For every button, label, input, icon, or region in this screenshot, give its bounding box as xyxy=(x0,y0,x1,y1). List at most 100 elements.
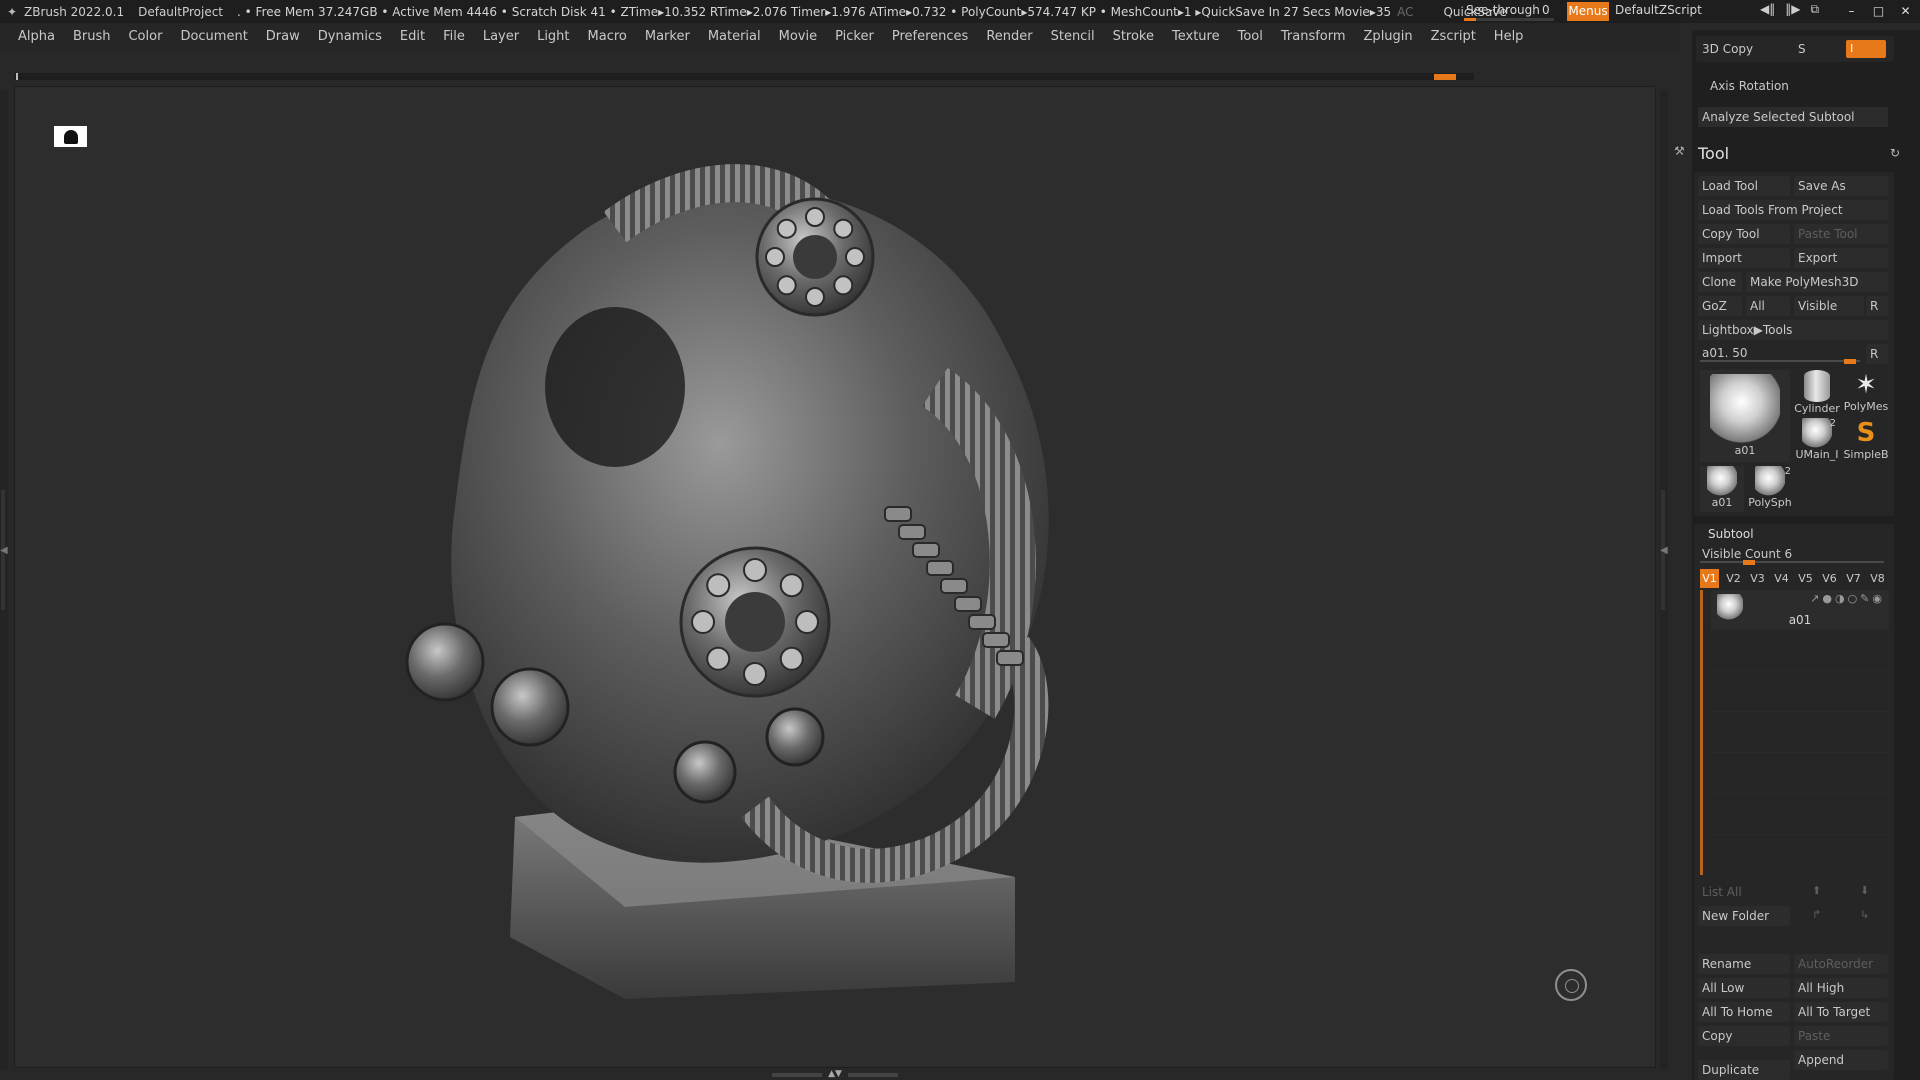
bottom-tray-arrow-icon[interactable]: ▲▼ xyxy=(828,1070,842,1079)
visible-count-knob[interactable] xyxy=(1743,560,1755,565)
menu-color[interactable]: Color xyxy=(128,29,162,44)
copy3d-button[interactable]: 3D Copy xyxy=(1698,39,1790,59)
copy3d-s-button[interactable]: S xyxy=(1794,39,1844,59)
lightbox-tools-button[interactable]: Lightbox▶Tools xyxy=(1698,320,1888,340)
goz-button[interactable]: GoZ xyxy=(1698,296,1742,316)
menu-material[interactable]: Material xyxy=(708,29,761,44)
menu-brush[interactable]: Brush xyxy=(73,29,111,44)
menu-transform[interactable]: Transform xyxy=(1281,29,1346,44)
visibility-tab-v6[interactable]: V6 xyxy=(1820,569,1839,588)
menu-zplugin[interactable]: Zplugin xyxy=(1364,29,1413,44)
copy-subtool-button[interactable]: Copy xyxy=(1698,1026,1790,1046)
all-low-button[interactable]: All Low xyxy=(1698,978,1790,998)
load-tool-button[interactable]: Load Tool xyxy=(1698,176,1790,196)
tool-refresh-icon[interactable]: ↻ xyxy=(1890,146,1900,160)
window-stack-icon[interactable]: ⧉ xyxy=(1810,2,1819,17)
menu-stencil[interactable]: Stencil xyxy=(1051,29,1095,44)
axis-rotation-label[interactable]: Axis Rotation xyxy=(1706,76,1856,96)
folder-move-icon[interactable]: ↱ xyxy=(1812,908,1821,921)
shelf-orange-marker[interactable] xyxy=(1434,74,1456,80)
rename-button[interactable]: Rename xyxy=(1698,954,1790,974)
goz-all-button[interactable]: All xyxy=(1746,296,1790,316)
menu-dynamics[interactable]: Dynamics xyxy=(318,29,382,44)
menu-edit[interactable]: Edit xyxy=(400,29,425,44)
tool-thumb-cylinder[interactable]: Cylinder xyxy=(1794,370,1840,416)
move-down-arrow-icon[interactable]: ⬇ xyxy=(1860,884,1869,897)
clone-button[interactable]: Clone xyxy=(1698,272,1742,292)
menu-light[interactable]: Light xyxy=(537,29,569,44)
layout-left-icon[interactable]: ◀‖ xyxy=(1760,2,1775,17)
tool-pin-icon[interactable]: ⚒ xyxy=(1674,144,1685,158)
menu-document[interactable]: Document xyxy=(180,29,247,44)
tool-thumb-polymesh[interactable]: ✶ PolyMes xyxy=(1843,370,1889,416)
tool-thumb-simpleb[interactable]: S SimpleB xyxy=(1843,418,1889,464)
tool-thumb-polysph[interactable]: PolySph 2 xyxy=(1747,466,1793,512)
tool-slider-track[interactable] xyxy=(1700,360,1860,362)
minimize-icon[interactable]: – xyxy=(1838,0,1865,23)
copy3d-value-field[interactable]: I xyxy=(1846,40,1886,58)
menu-macro[interactable]: Macro xyxy=(588,29,627,44)
visibility-tab-v7[interactable]: V7 xyxy=(1844,569,1863,588)
menu-texture[interactable]: Texture xyxy=(1172,29,1220,44)
list-all-button[interactable]: List All xyxy=(1698,882,1790,902)
top-shelf[interactable] xyxy=(14,73,1474,80)
user-badge-icon[interactable] xyxy=(54,126,87,147)
subtool-row-a01[interactable]: ↗●◑○✎◉ a01 xyxy=(1711,590,1889,630)
maximize-icon[interactable]: □ xyxy=(1865,0,1892,23)
menu-render[interactable]: Render xyxy=(986,29,1032,44)
save-as-button[interactable]: Save As xyxy=(1794,176,1888,196)
subtool-header[interactable]: Subtool xyxy=(1708,527,1754,541)
visibility-tab-v8[interactable]: V8 xyxy=(1868,569,1887,588)
menu-picker[interactable]: Picker xyxy=(835,29,874,44)
menu-help[interactable]: Help xyxy=(1494,29,1524,44)
subtool-row-empty[interactable] xyxy=(1711,754,1889,794)
visibility-tab-v5[interactable]: V5 xyxy=(1796,569,1815,588)
paste-tool-button[interactable]: Paste Tool xyxy=(1794,224,1888,244)
tool-slider[interactable]: a01. 50 xyxy=(1698,344,1864,364)
menu-preferences[interactable]: Preferences xyxy=(892,29,968,44)
menu-stroke[interactable]: Stroke xyxy=(1113,29,1154,44)
menu-tool[interactable]: Tool xyxy=(1238,29,1263,44)
right-tray-gutter[interactable]: ◀ xyxy=(1660,90,1668,1070)
tool-header[interactable]: Tool xyxy=(1698,144,1729,163)
subtool-row-toggles-icon[interactable]: ↗●◑○✎◉ xyxy=(1810,592,1885,605)
visible-count-slider[interactable]: Visible Count 6 xyxy=(1698,545,1888,565)
layout-right-icon[interactable]: ‖▶ xyxy=(1785,2,1800,17)
folder-out-icon[interactable]: ↳ xyxy=(1860,908,1869,921)
goz-visible-button[interactable]: Visible xyxy=(1794,296,1864,316)
copy-tool-button[interactable]: Copy Tool xyxy=(1698,224,1790,244)
see-through-track[interactable] xyxy=(1464,18,1554,21)
navigation-gizmo-icon[interactable] xyxy=(1555,969,1587,1001)
document-canvas[interactable] xyxy=(14,86,1656,1068)
menu-layer[interactable]: Layer xyxy=(483,29,519,44)
menus-toggle-button[interactable]: Menus xyxy=(1567,2,1609,21)
default-zscript-button[interactable]: DefaultZScript xyxy=(1615,3,1702,17)
subtool-row-empty[interactable] xyxy=(1711,631,1889,671)
tool-thumb-umain[interactable]: UMain_I 2 xyxy=(1794,418,1840,464)
export-button[interactable]: Export xyxy=(1794,248,1888,268)
tool-thumb-main[interactable]: a01 xyxy=(1700,370,1790,462)
all-to-target-button[interactable]: All To Target xyxy=(1794,1002,1888,1022)
subtool-row-empty[interactable] xyxy=(1711,795,1889,835)
move-up-arrow-icon[interactable]: ⬆ xyxy=(1812,884,1821,897)
tool-slider-knob[interactable] xyxy=(1843,359,1856,364)
load-tools-from-project-button[interactable]: Load Tools From Project xyxy=(1698,200,1888,220)
append-button[interactable]: Append xyxy=(1794,1050,1888,1070)
tool-thumb-small-a01[interactable]: a01 xyxy=(1700,466,1744,512)
visibility-tab-v1[interactable]: V1 xyxy=(1700,569,1719,588)
visibility-tab-v3[interactable]: V3 xyxy=(1748,569,1767,588)
duplicate-button[interactable]: Duplicate xyxy=(1698,1060,1790,1080)
paste-subtool-button[interactable]: Paste xyxy=(1794,1026,1888,1046)
analyze-subtool-button[interactable]: Analyze Selected Subtool xyxy=(1698,107,1888,127)
visible-count-track[interactable] xyxy=(1700,561,1884,563)
goz-r-button[interactable]: R xyxy=(1866,296,1888,316)
all-high-button[interactable]: All High xyxy=(1794,978,1888,998)
right-tray-arrow-icon[interactable]: ◀ xyxy=(1660,545,1668,556)
menu-alpha[interactable]: Alpha xyxy=(18,29,55,44)
close-icon[interactable]: ✕ xyxy=(1892,0,1919,23)
sculpt-model-render[interactable] xyxy=(15,87,1655,1067)
menu-movie[interactable]: Movie xyxy=(779,29,817,44)
menu-draw[interactable]: Draw xyxy=(266,29,300,44)
left-tray-gutter[interactable]: ◀ xyxy=(0,90,8,1070)
subtool-list[interactable]: ↗●◑○✎◉ a01 xyxy=(1700,590,1890,880)
